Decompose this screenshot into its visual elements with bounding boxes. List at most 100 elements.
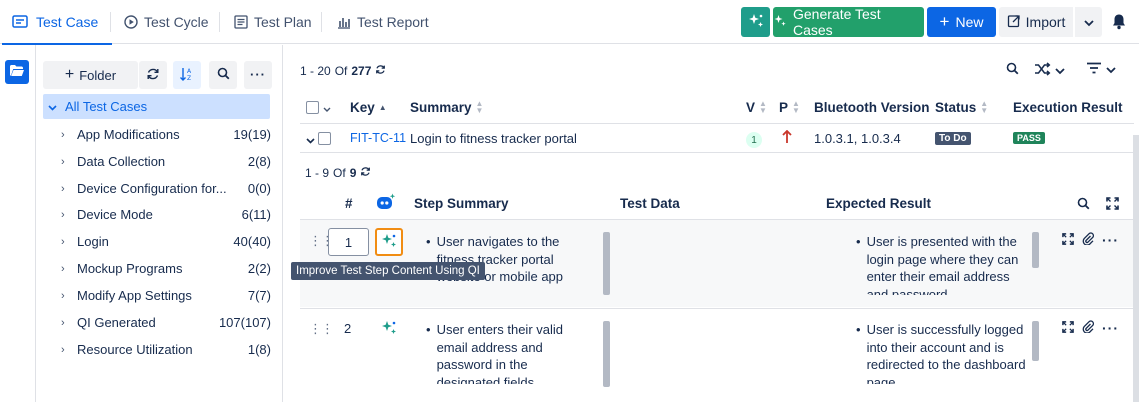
execution-result-badge: PASS (1013, 132, 1045, 144)
tab-test-cycle[interactable]: Test Cycle (124, 0, 209, 44)
step-summary-scrollbar[interactable] (603, 232, 610, 295)
chevron-right-icon: › (61, 182, 65, 195)
qi-assistant-button[interactable] (741, 7, 770, 37)
table-search-button[interactable] (1006, 62, 1019, 78)
filter-button[interactable] (1086, 62, 1116, 77)
step-number-input[interactable]: 1 (328, 228, 369, 256)
bell-icon[interactable] (1112, 13, 1126, 33)
drag-handle-icon[interactable]: ⋮⋮ (309, 321, 334, 337)
chevron-right-icon: › (61, 289, 65, 302)
column-status[interactable]: Status ▲ ▼ (935, 100, 988, 115)
more-icon: ··· (250, 67, 266, 82)
expected-result-text[interactable]: User is successfully logged into their a… (856, 321, 1026, 384)
select-all-checkbox[interactable] (306, 100, 331, 115)
import-dropdown-button[interactable] (1075, 7, 1102, 37)
step-summary-scrollbar[interactable] (603, 321, 610, 387)
column-summary[interactable]: Summary ▲ ▼ (410, 100, 483, 115)
qi-tooltip: Improve Test Step Content Using QI (291, 262, 485, 280)
main-vertical-scrollbar[interactable] (1133, 135, 1139, 402)
sort-icon: ▲ ▼ (980, 99, 989, 115)
folder-item[interactable]: › App Modifications 19(19) (61, 121, 271, 148)
expand-icon[interactable] (1062, 320, 1074, 336)
folder-item[interactable]: › QI Generated 107(107) (61, 309, 271, 336)
folder-panel-toggle[interactable] (5, 60, 29, 84)
steps-pager: 1 - 9 Of 9 (305, 166, 371, 180)
sparkle-icon (380, 232, 398, 253)
test-report-icon (337, 15, 351, 29)
new-button[interactable]: + New (927, 7, 996, 37)
row-checkbox[interactable] (318, 132, 331, 145)
sparkle-icon (773, 14, 787, 31)
folder-item[interactable]: › Modify App Settings 7(7) (61, 282, 271, 309)
priority-high-icon (782, 129, 792, 147)
steps-header: # Step Summary Test Data Expected Result (300, 189, 1134, 219)
table-pager: 1 - 20 Of 277 (300, 64, 386, 78)
attachment-icon[interactable] (1082, 232, 1094, 248)
attachment-icon[interactable] (1082, 320, 1094, 336)
tab-test-case[interactable]: Test Case (1, 0, 113, 45)
column-execution-result[interactable]: Execution Result (1013, 100, 1123, 115)
plus-icon: + (64, 66, 75, 83)
expand-icon[interactable] (1062, 232, 1074, 248)
chevron-right-icon: › (61, 155, 65, 168)
refresh-icon[interactable] (360, 166, 371, 180)
folder-item[interactable]: › Device Mode 6(11) (61, 201, 271, 228)
table-row[interactable]: FIT-TC-11 Login to fitness tracker porta… (300, 123, 1134, 153)
sparkle-icon (747, 12, 765, 33)
status-badge: To Do (935, 132, 971, 145)
improve-step-qi-button[interactable] (375, 228, 403, 256)
column-key[interactable]: Key ▲ (350, 100, 387, 115)
refresh-icon (146, 67, 160, 84)
more-icon[interactable]: ··· (1102, 321, 1119, 335)
refresh-icon[interactable] (375, 64, 386, 78)
chevron-down-icon (323, 100, 331, 115)
folder-item[interactable]: › Mockup Programs 2(2) (61, 255, 271, 282)
sort-icon: ▲ ▼ (475, 99, 484, 115)
improve-step-qi-button[interactable] (375, 315, 403, 343)
tab-test-plan[interactable]: Test Plan (234, 0, 312, 44)
collapse-row-icon[interactable] (306, 132, 315, 147)
shuffle-columns-button[interactable] (1034, 62, 1065, 79)
chevron-right-icon: › (61, 262, 65, 275)
search-folders-button[interactable] (209, 61, 237, 89)
folder-open-icon (9, 64, 25, 80)
qi-bot-icon[interactable] (375, 193, 397, 214)
expected-result-scrollbar[interactable] (1032, 321, 1039, 361)
expected-result-scrollbar[interactable] (1032, 232, 1039, 268)
step-row[interactable]: ⋮⋮ 2 User enters their valid email addre… (300, 308, 1134, 402)
import-button[interactable]: Import (999, 7, 1073, 37)
test-cycle-icon (124, 15, 138, 29)
sort-folders-button[interactable]: AZ (173, 61, 201, 89)
column-priority[interactable]: P ▲ ▼ (779, 100, 800, 115)
search-icon (1006, 62, 1019, 78)
search-icon[interactable] (1077, 197, 1090, 213)
more-icon[interactable]: ··· (1102, 233, 1119, 247)
sort-icon: AZ (179, 67, 195, 84)
folder-item[interactable]: › Device Configuration for... 0(0) (61, 175, 271, 202)
chevron-right-icon: › (61, 208, 65, 221)
chevron-down-icon (1083, 14, 1094, 30)
folder-item[interactable]: › Login 40(40) (61, 228, 271, 255)
chevron-right-icon: › (61, 316, 65, 329)
refresh-folders-button[interactable] (139, 61, 167, 89)
column-version[interactable]: V ▲ ▼ (746, 100, 767, 115)
step-actions: ··· (1062, 232, 1119, 248)
generate-test-cases-button[interactable]: Generate Test Cases (773, 6, 924, 38)
test-case-key-link[interactable]: FIT-TC-11 (350, 131, 406, 145)
column-bluetooth-version[interactable]: Bluetooth Version (814, 100, 930, 115)
folder-more-button[interactable]: ··· (244, 61, 272, 89)
folder-item[interactable]: › Data Collection 2(8) (61, 148, 271, 175)
expand-icon[interactable] (1106, 197, 1119, 213)
tree-root-all-test-cases[interactable]: All Test Cases (43, 94, 270, 119)
chevron-right-icon: › (61, 128, 65, 141)
expected-result-text[interactable]: User is presented with the login page wh… (856, 233, 1026, 295)
tab-test-report[interactable]: Test Report (337, 0, 429, 44)
svg-text:A: A (187, 68, 192, 75)
chevron-down-icon (1106, 62, 1116, 77)
folder-item[interactable]: › Resource Utilization 1(8) (61, 336, 271, 363)
bluetooth-version-value: 1.0.3.1, 1.0.3.4 (814, 131, 901, 146)
test-case-table-panel: 1 - 20 Of 277 Key ▲ Summary ▲ ▼ V ▲ ▼ P … (284, 45, 1139, 402)
step-summary-text[interactable]: User enters their valid email address an… (426, 321, 586, 384)
add-folder-button[interactable]: + Folder (43, 61, 138, 89)
checkbox[interactable] (306, 100, 319, 114)
